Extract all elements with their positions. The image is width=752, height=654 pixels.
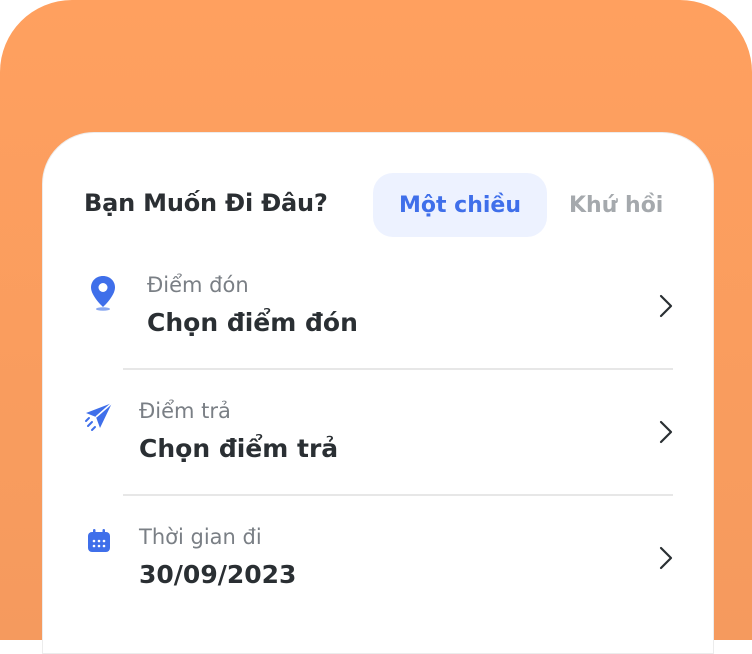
chevron-right-icon xyxy=(659,420,673,448)
map-pin-icon xyxy=(87,273,119,313)
tab-round-trip[interactable]: Khứ hồi xyxy=(569,173,663,237)
send-icon xyxy=(81,399,117,435)
depart-time-value: 30/09/2023 xyxy=(139,560,297,589)
dropoff-field[interactable]: Điểm trả Chọn điểm trả xyxy=(43,379,713,489)
dropoff-label: Điểm trả xyxy=(139,399,231,423)
divider xyxy=(123,368,673,370)
page-title: Bạn Muốn Đi Đâu? xyxy=(84,189,328,217)
depart-time-field[interactable]: Thời gian đi 30/09/2023 xyxy=(43,505,713,615)
chevron-right-icon xyxy=(659,546,673,574)
divider xyxy=(123,494,673,496)
pickup-value: Chọn điểm đón xyxy=(147,308,358,337)
chevron-right-icon xyxy=(659,294,673,322)
trip-search-card: Bạn Muốn Đi Đâu? Một chiều Khứ hồi Điểm … xyxy=(42,132,714,654)
dropoff-value: Chọn điểm trả xyxy=(139,434,339,463)
calendar-icon xyxy=(83,525,115,557)
tab-one-way[interactable]: Một chiều xyxy=(373,173,547,237)
depart-time-label: Thời gian đi xyxy=(139,525,262,549)
pickup-field[interactable]: Điểm đón Chọn điểm đón xyxy=(43,253,713,363)
pickup-label: Điểm đón xyxy=(147,273,249,297)
